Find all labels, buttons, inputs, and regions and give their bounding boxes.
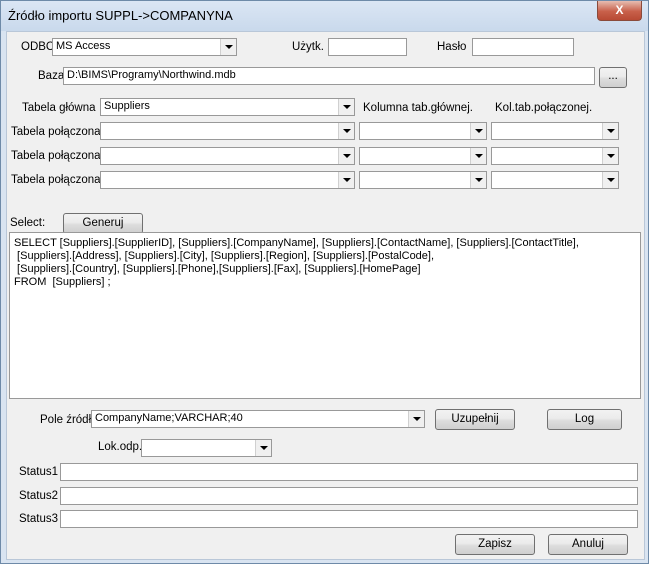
base-path-field[interactable]: D:\BIMS\Programy\Northwind.mdb — [63, 67, 595, 85]
status2-field — [60, 487, 638, 505]
chevron-down-icon[interactable] — [338, 148, 354, 164]
lok-select[interactable] — [141, 439, 272, 457]
col-main-select[interactable] — [359, 122, 487, 140]
window-title: Źródło importu SUPPL->COMPANYNA — [8, 8, 233, 23]
col-joined-select[interactable] — [491, 147, 619, 165]
password-field[interactable] — [472, 38, 574, 56]
user-label: Użytk. — [292, 41, 324, 53]
chevron-down-icon[interactable] — [470, 148, 486, 164]
status2-label: Status2 — [19, 490, 58, 502]
generate-button[interactable]: Generuj — [63, 213, 143, 234]
chevron-down-icon[interactable] — [220, 39, 236, 55]
col-main-select[interactable] — [359, 147, 487, 165]
joined-table-select[interactable] — [100, 122, 355, 140]
chevron-down-icon[interactable] — [408, 411, 424, 427]
close-icon: X — [615, 3, 624, 17]
status3-label: Status3 — [19, 513, 58, 525]
odbc-value: MS Access — [56, 40, 111, 52]
chevron-down-icon[interactable] — [602, 172, 618, 188]
odbc-select[interactable]: MS Access — [52, 38, 237, 56]
source-field-label: Pole źródł — [40, 414, 92, 426]
chevron-down-icon[interactable] — [602, 148, 618, 164]
chevron-down-icon[interactable] — [470, 123, 486, 139]
browse-button[interactable]: ... — [599, 67, 627, 88]
joined-table-label: Tabela połączona — [11, 150, 101, 162]
sql-textarea[interactable]: SELECT [Suppliers].[SupplierID], [Suppli… — [9, 232, 641, 399]
col-joined-select[interactable] — [491, 122, 619, 140]
main-table-value: Suppliers — [104, 100, 150, 112]
dialog-window: Źródło importu SUPPL->COMPANYNA X ODBC M… — [0, 0, 649, 564]
joined-table-label: Tabela połączona — [11, 126, 101, 138]
col-joined-header: Kol.tab.połączonej. — [495, 102, 593, 114]
status1-field — [60, 463, 638, 481]
source-field-select[interactable]: CompanyName;VARCHAR;40 — [91, 410, 425, 428]
status3-field — [60, 510, 638, 528]
chevron-down-icon[interactable] — [470, 172, 486, 188]
user-field[interactable] — [328, 38, 407, 56]
password-label: Hasło — [437, 41, 467, 53]
lok-label: Lok.odp. — [98, 441, 143, 453]
title-bar[interactable]: Źródło importu SUPPL->COMPANYNA X — [1, 1, 648, 31]
log-button[interactable]: Log — [547, 409, 622, 430]
col-joined-select[interactable] — [491, 171, 619, 189]
chevron-down-icon[interactable] — [602, 123, 618, 139]
select-label: Select: — [10, 217, 46, 229]
col-main-header: Kolumna tab.głównej. — [363, 102, 473, 114]
source-field-value: CompanyName;VARCHAR;40 — [95, 412, 243, 424]
save-button[interactable]: Zapisz — [455, 534, 535, 555]
fill-button[interactable]: Uzupełnij — [435, 409, 515, 430]
close-button[interactable]: X — [597, 1, 642, 21]
dialog-client-area: ODBC MS Access Użytk. Hasło Baza D:\BIMS… — [6, 31, 645, 560]
odbc-label: ODBC — [21, 41, 55, 53]
chevron-down-icon[interactable] — [338, 172, 354, 188]
joined-table-select[interactable] — [100, 147, 355, 165]
status1-label: Status1 — [19, 466, 58, 478]
chevron-down-icon[interactable] — [255, 440, 271, 456]
cancel-button[interactable]: Anuluj — [548, 534, 628, 555]
joined-table-select[interactable] — [100, 171, 355, 189]
base-label: Baza — [38, 70, 65, 82]
joined-table-label: Tabela połączona — [11, 174, 101, 186]
main-table-select[interactable]: Suppliers — [100, 98, 355, 116]
chevron-down-icon[interactable] — [338, 123, 354, 139]
col-main-select[interactable] — [359, 171, 487, 189]
main-table-label: Tabela główna — [22, 102, 96, 114]
chevron-down-icon[interactable] — [338, 99, 354, 115]
